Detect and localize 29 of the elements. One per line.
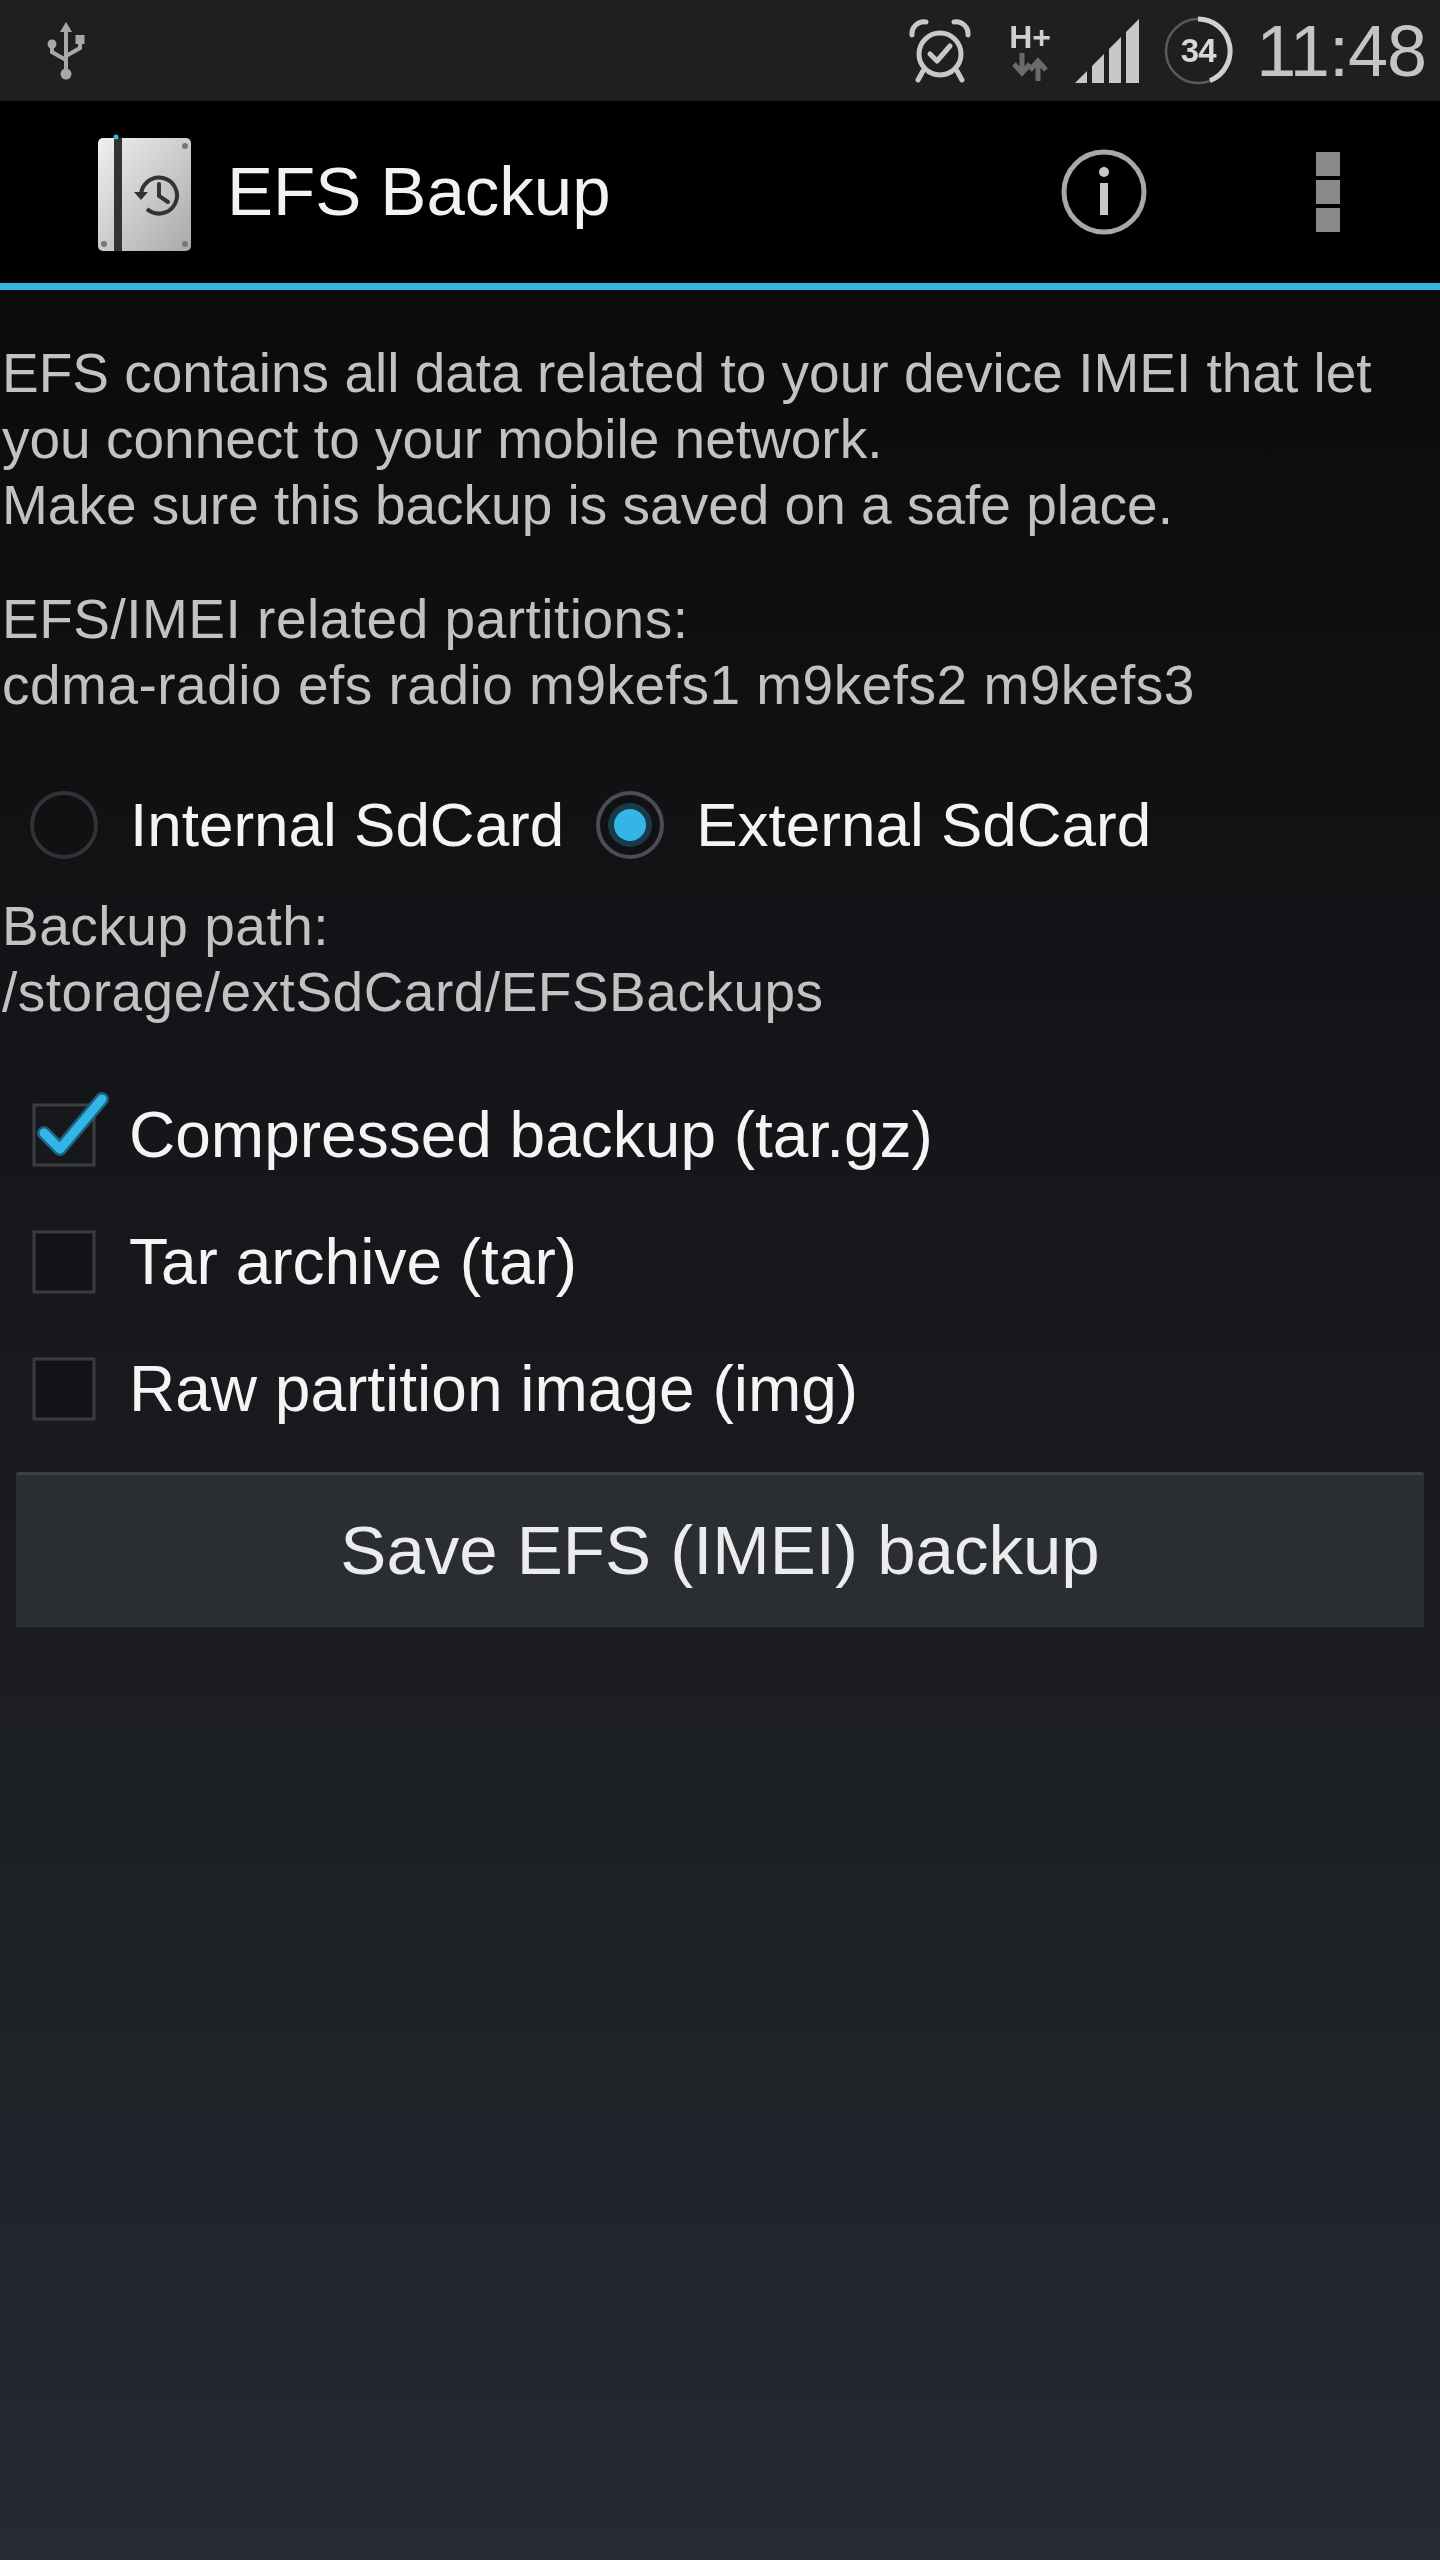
network-type-label: H+	[1009, 20, 1052, 53]
alarm-clock-icon	[909, 18, 972, 83]
more-options-icon[interactable]	[1316, 152, 1340, 232]
battery-ring-icon	[1162, 14, 1235, 87]
partitions-label: EFS/IMEI related partitions:	[2, 587, 690, 652]
partitions-list: cdma-radio efs radio m9kefs1 m9kefs2 m9kefs3	[2, 652, 1440, 718]
backup-path-label: Backup path:	[2, 894, 331, 959]
clock-time: 11:48	[1256, 10, 1426, 91]
description-text: Make sure this backup is saved on a safe place.	[2, 473, 1174, 538]
checkbox-label[interactable]: Compressed backup (tar.gz)	[129, 1098, 933, 1171]
app-title: EFS Backup	[227, 152, 611, 232]
hard-drive-clock-icon	[98, 133, 191, 251]
checkbox[interactable]	[32, 1229, 96, 1294]
usb-icon	[46, 21, 86, 80]
description-text: EFS contains all data related to your device IMEI that let you connect to your mobile network.	[2, 341, 1373, 472]
data-arrows-icon	[1011, 52, 1050, 81]
checkbox[interactable]	[32, 1356, 96, 1421]
checkbox[interactable]	[32, 1090, 110, 1167]
checkbox-label[interactable]: Tar archive (tar)	[129, 1225, 578, 1298]
battery-level-text: 34	[1180, 32, 1216, 69]
radio-label[interactable]: Internal SdCard	[130, 789, 565, 861]
info-icon[interactable]	[1060, 148, 1148, 236]
save-backup-button[interactable]: Save EFS (IMEI) backup	[16, 1472, 1424, 1630]
radio-label[interactable]: External SdCard	[696, 789, 1152, 861]
signal-strength-icon	[1075, 18, 1141, 83]
radio-button[interactable]	[595, 790, 666, 860]
checkbox-label[interactable]: Raw partition image (img)	[129, 1352, 859, 1425]
backup-path-value: /storage/extSdCard/EFSBackups	[2, 960, 825, 1025]
radio-button[interactable]	[29, 790, 99, 860]
